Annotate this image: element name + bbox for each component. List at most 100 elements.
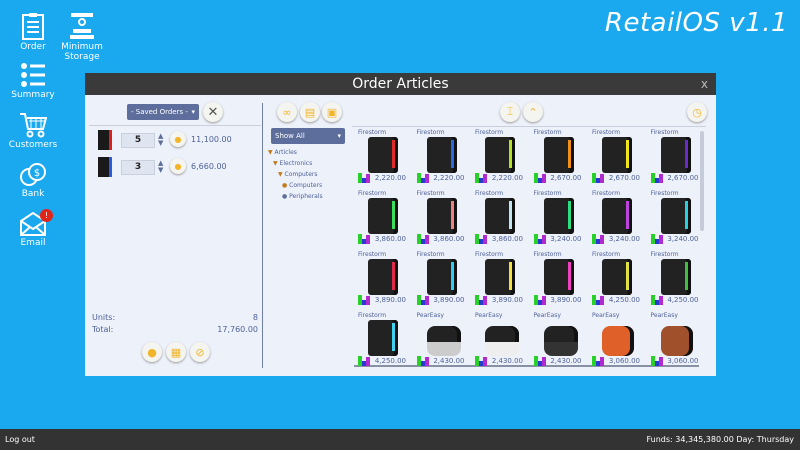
product-brand: PearEasy <box>416 312 444 319</box>
product-price: 3,890.00 <box>550 296 582 304</box>
sales-bars-icon <box>416 234 431 244</box>
product-item[interactable]: PearEasy 2,430.00 <box>413 312 471 369</box>
quantity-input[interactable]: 5 <box>121 133 155 148</box>
history-button[interactable]: ◷ <box>687 102 707 122</box>
product-brand: Firestorm <box>650 129 679 136</box>
product-item[interactable]: PearEasy 2,430.00 <box>530 312 588 369</box>
product-item[interactable]: Firestorm 2,220.00 <box>471 129 529 189</box>
product-brand: Firestorm <box>416 190 445 197</box>
filter-dropdown[interactable]: Show All ▾ <box>271 128 345 144</box>
close-button[interactable]: x <box>701 73 708 95</box>
tree-item-peripherals[interactable]: ● Peripherals <box>268 191 323 202</box>
email-notification-badge: ! <box>40 209 53 222</box>
product-image <box>368 137 398 173</box>
tree-item-computers-leaf[interactable]: ● Computers <box>268 180 323 191</box>
desktop-order-label: Order <box>20 42 46 52</box>
product-item[interactable]: Firestorm 2,220.00 <box>413 129 471 189</box>
sort-button[interactable]: ⌶ <box>500 102 520 122</box>
product-item[interactable]: Firestorm 3,860.00 <box>471 190 529 250</box>
desktop-email-label: Email <box>20 238 46 248</box>
desktop-customers[interactable]: Customers <box>2 112 64 150</box>
product-item[interactable]: Firestorm 3,860.00 <box>413 190 471 250</box>
product-item[interactable]: Firestorm 3,890.00 <box>471 251 529 311</box>
product-price: 3,240.00 <box>608 235 640 243</box>
tree-item-articles[interactable]: ▼ Articles <box>268 147 323 158</box>
chevron-down-icon: ▾ <box>337 132 341 140</box>
product-image <box>485 198 515 234</box>
product-item[interactable]: PearEasy 3,060.00 <box>588 312 646 369</box>
product-item[interactable]: Firestorm 3,860.00 <box>354 190 412 250</box>
desktop-email[interactable]: Email ! <box>2 209 64 248</box>
desktop-summary-label: Summary <box>11 90 55 100</box>
product-item[interactable]: Firestorm 3,890.00 <box>413 251 471 311</box>
product-item[interactable]: PearEasy 3,060.00 <box>647 312 705 369</box>
double-chevron-up-icon: ⌃ <box>528 105 538 119</box>
quantity-stepper[interactable]: ▲ ▼ <box>158 160 166 174</box>
product-item[interactable]: Firestorm 4,250.00 <box>588 251 646 311</box>
quantity-input[interactable]: 3 <box>121 160 155 175</box>
product-item[interactable]: Firestorm 3,240.00 <box>530 190 588 250</box>
tree-item-computers[interactable]: ▼ Computers <box>268 169 323 180</box>
sales-bars-icon <box>592 173 606 183</box>
divider <box>89 125 261 126</box>
desktop-summary[interactable]: Summary <box>2 62 64 100</box>
product-price: 2,430.00 <box>550 357 582 365</box>
product-item[interactable]: Firestorm 4,250.00 <box>647 251 705 311</box>
product-item[interactable]: Firestorm 3,890.00 <box>354 251 412 311</box>
line-price-button[interactable]: ● <box>170 158 186 174</box>
sales-bars-icon <box>475 295 489 305</box>
product-price: 3,860.00 <box>491 235 523 243</box>
chevron-down-icon: ▾ <box>191 108 195 116</box>
product-price: 2,670.00 <box>550 174 582 182</box>
taskbar: Log out Funds: 34,345,380.00 Day: Thursd… <box>0 429 800 450</box>
product-item[interactable]: Firestorm 3,890.00 <box>530 251 588 311</box>
calculator-icon: ▤ <box>304 105 316 119</box>
product-item[interactable]: Firestorm 2,670.00 <box>647 129 705 189</box>
sales-bars-icon <box>650 295 665 305</box>
sales-bars-icon <box>533 234 548 244</box>
cancel-icon: ⊘ <box>195 345 205 359</box>
dialog-title: Order Articles <box>352 76 449 92</box>
product-brand: Firestorm <box>416 129 445 136</box>
schedule-button[interactable]: ▦ <box>166 342 186 362</box>
tree-label: Computers <box>289 182 323 189</box>
product-thumbnail <box>98 157 112 177</box>
sales-bars-icon <box>533 356 548 366</box>
saved-orders-dropdown[interactable]: - Saved Orders - ▾ <box>127 104 199 120</box>
line-price-button[interactable]: ● <box>170 131 186 147</box>
calculator-button[interactable]: ▤ <box>300 102 320 122</box>
infinite-button[interactable]: ∞ <box>277 102 297 122</box>
product-item[interactable]: Firestorm 2,670.00 <box>530 129 588 189</box>
saved-orders-value: - Saved Orders - <box>131 108 188 116</box>
pay-button[interactable]: ● <box>142 342 162 362</box>
product-item[interactable]: Firestorm 2,670.00 <box>588 129 646 189</box>
svg-text:$: $ <box>34 168 40 179</box>
collapse-button[interactable]: ⌃ <box>523 102 543 122</box>
product-image <box>485 259 515 295</box>
product-item[interactable]: PearEasy 2,430.00 <box>471 312 529 369</box>
logout-button[interactable]: Log out <box>5 429 35 450</box>
product-item[interactable]: Firestorm 3,240.00 <box>647 190 705 250</box>
cancel-button[interactable]: ⊘ <box>190 342 210 362</box>
desktop-bank[interactable]: $ Bank <box>2 163 64 199</box>
product-thumbnail <box>98 130 112 150</box>
product-image <box>660 326 693 356</box>
product-item[interactable]: Firestorm 2,220.00 <box>354 129 412 189</box>
desktop-minimum-storage[interactable]: Minimum Storage <box>51 12 113 62</box>
product-item[interactable]: Firestorm 3,240.00 <box>588 190 646 250</box>
product-image <box>426 259 457 295</box>
dialog-titlebar[interactable]: Order Articles x <box>85 73 716 95</box>
funds-day-status: Funds: 34,345,380.00 Day: Thursday <box>646 435 794 444</box>
product-image <box>426 326 461 356</box>
app-brand: RetailOS v1.1 <box>604 8 788 38</box>
boxes-button[interactable]: ▣ <box>322 102 342 122</box>
tree-label: Electronics <box>279 160 313 167</box>
x-icon: ✕ <box>207 104 219 120</box>
product-item[interactable]: Firestorm 4,250.00 <box>354 312 412 369</box>
clear-order-button[interactable]: ✕ <box>203 102 223 122</box>
quantity-stepper[interactable]: ▲ ▼ <box>158 133 166 147</box>
sales-bars-icon <box>358 295 372 305</box>
product-image <box>426 198 457 234</box>
product-price: 4,250.00 <box>667 296 699 304</box>
tree-item-electronics[interactable]: ▼ Electronics <box>268 158 323 169</box>
